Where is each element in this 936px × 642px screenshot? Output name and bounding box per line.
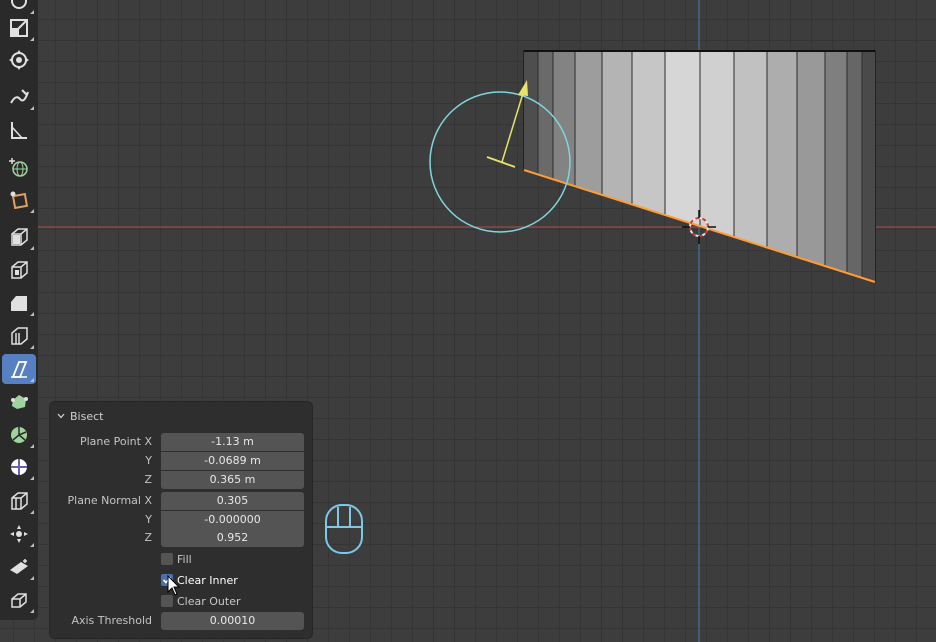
fill-option[interactable]: Fill xyxy=(161,551,192,567)
chevron-down-icon xyxy=(57,413,65,419)
shrink-fatten-icon[interactable] xyxy=(2,519,36,549)
bevel-icon[interactable] xyxy=(2,288,36,318)
plane-normal-y-label: Y xyxy=(145,513,152,526)
extrude-region-icon[interactable] xyxy=(2,185,36,215)
fill-checkbox[interactable] xyxy=(161,553,173,565)
axis-threshold-field[interactable]: 0.00010 xyxy=(161,612,304,630)
transform-icon[interactable] xyxy=(2,45,36,75)
plane-point-z-field[interactable]: 0.365 m xyxy=(161,471,304,489)
plane-normal-x-label: Plane Normal X xyxy=(67,494,153,507)
axis-threshold-label: Axis Threshold xyxy=(71,614,152,627)
plane-point-y-label: Y xyxy=(145,454,152,467)
clear-outer-label: Clear Outer xyxy=(177,594,241,608)
measure-icon[interactable] xyxy=(2,115,36,145)
bisect-icon[interactable] xyxy=(2,354,36,384)
plane-point-x-field[interactable]: -1.13 m xyxy=(161,433,304,451)
plane-point-y-field[interactable]: -0.0689 m xyxy=(161,452,304,470)
mouse-hint-icon xyxy=(325,504,363,554)
poly-build-icon[interactable] xyxy=(2,387,36,417)
plane-normal-y-row: Y -0.000000 xyxy=(50,511,312,529)
loop-cut-icon[interactable] xyxy=(2,321,36,351)
toolbar xyxy=(0,0,38,620)
clear-inner-label: Clear Inner xyxy=(177,573,238,587)
add-cube-icon[interactable] xyxy=(2,153,36,183)
plane-point-x-label: Plane Point X xyxy=(79,435,152,448)
plane-normal-x-field[interactable]: 0.305 xyxy=(161,492,304,510)
plane-point-x-row: Plane Point X -1.13 m xyxy=(50,433,312,451)
plane-normal-z-label: Z xyxy=(144,531,152,544)
mouse-pointer-icon xyxy=(167,575,181,596)
inset-faces-icon[interactable] xyxy=(2,255,36,285)
bisect-normal-arrow xyxy=(501,89,525,163)
annotate-icon[interactable] xyxy=(2,82,36,112)
plane-normal-x-row: Plane Normal X 0.305 xyxy=(50,492,312,510)
fill-label: Fill xyxy=(177,552,192,566)
extrude-manifold-icon[interactable] xyxy=(2,222,36,252)
plane-point-z-label: Z xyxy=(144,473,152,486)
bisect-plane-bar xyxy=(486,156,516,168)
rip-region-icon[interactable] xyxy=(2,585,36,615)
plane-normal-z-row: Z 0.952 xyxy=(50,529,312,547)
arrow-head-icon xyxy=(518,80,528,96)
shear-icon[interactable] xyxy=(2,552,36,582)
plane-normal-y-field[interactable]: -0.000000 xyxy=(161,511,304,529)
spin-icon[interactable] xyxy=(2,420,36,450)
edge-slide-icon[interactable] xyxy=(2,486,36,516)
axis-threshold-row: Axis Threshold 0.00010 xyxy=(50,612,312,630)
scale-icon[interactable] xyxy=(2,13,36,43)
plane-normal-z-field[interactable]: 0.952 xyxy=(161,529,304,547)
panel-header[interactable]: Bisect xyxy=(56,408,103,424)
smooth-icon[interactable] xyxy=(2,452,36,482)
plane-point-y-row: Y -0.0689 m xyxy=(50,452,312,470)
plane-point-z-row: Z 0.365 m xyxy=(50,471,312,489)
panel-title: Bisect xyxy=(70,409,104,423)
bisect-operator-panel: Bisect Plane Point X -1.13 m Y -0.0689 m… xyxy=(50,402,312,638)
